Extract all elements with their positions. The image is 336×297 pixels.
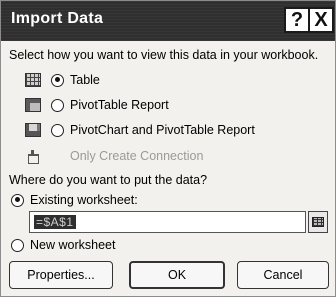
cell-reference-input[interactable]: =$A$1	[29, 211, 306, 233]
option-connection-only: Only Create Connection	[25, 147, 203, 165]
pivotchart-icon	[25, 123, 41, 137]
option-table[interactable]: Table	[25, 71, 100, 89]
table-icon	[25, 73, 41, 87]
close-icon: X	[314, 8, 328, 31]
option-pivottable[interactable]: PivotTable Report	[25, 96, 169, 114]
collapse-dialog-button[interactable]	[308, 211, 328, 233]
pivottable-radio[interactable]	[51, 98, 64, 112]
close-button[interactable]: X	[308, 7, 334, 33]
pivotchart-label[interactable]: PivotChart and PivotTable Report	[70, 123, 255, 137]
help-button[interactable]: ?	[284, 7, 310, 33]
cell-reference-value[interactable]: =$A$1	[34, 215, 76, 229]
location-prompt: Where do you want to put the data?	[9, 173, 208, 187]
connection-only-label: Only Create Connection	[70, 149, 204, 163]
range-select-icon	[312, 217, 324, 227]
table-radio[interactable]	[51, 73, 64, 87]
view-prompt: Select how you want to view this data in…	[9, 48, 319, 62]
help-icon: ?	[290, 8, 304, 31]
existing-worksheet-radio[interactable]	[11, 193, 24, 207]
title-bar[interactable]: Import Data ? X	[1, 1, 335, 41]
cancel-button[interactable]: Cancel	[237, 261, 329, 289]
import-data-dialog: Import Data ? X Select how you want to v…	[0, 0, 336, 297]
option-new-worksheet[interactable]: New worksheet	[11, 236, 115, 254]
properties-button[interactable]: Properties...	[9, 261, 113, 289]
pivottable-label[interactable]: PivotTable Report	[70, 98, 169, 112]
existing-worksheet-label[interactable]: Existing worksheet:	[30, 193, 138, 207]
new-worksheet-label[interactable]: New worksheet	[30, 238, 115, 252]
ok-button[interactable]: OK	[129, 261, 225, 289]
option-pivotchart[interactable]: PivotChart and PivotTable Report	[25, 121, 255, 139]
new-worksheet-radio[interactable]	[11, 238, 24, 252]
pivottable-icon	[25, 98, 41, 112]
pivotchart-radio[interactable]	[51, 123, 64, 137]
option-existing-worksheet[interactable]: Existing worksheet:	[11, 191, 138, 209]
connection-icon	[25, 149, 41, 164]
table-label[interactable]: Table	[70, 73, 100, 87]
dialog-title: Import Data	[11, 10, 104, 27]
